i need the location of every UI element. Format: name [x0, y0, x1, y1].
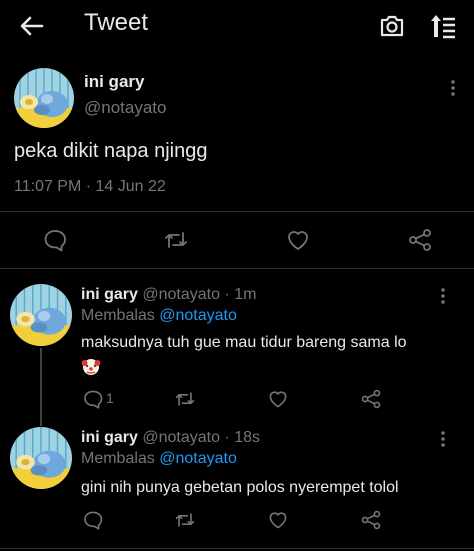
reply-avatar[interactable]: [10, 284, 72, 346]
retweet-icon[interactable]: [163, 227, 189, 253]
avatar[interactable]: [14, 68, 74, 128]
replying-handle-link[interactable]: @notayato: [159, 450, 237, 467]
reply-icon[interactable]: [82, 388, 104, 410]
reply-header: ini gary @notayato · 1m: [81, 286, 256, 304]
reply-icon[interactable]: [82, 509, 104, 531]
replying-label: Membalas: [81, 307, 160, 324]
share-icon[interactable]: [360, 388, 382, 410]
reply-author-name[interactable]: ini gary: [81, 286, 138, 303]
author-handle[interactable]: @notayato: [84, 98, 166, 118]
replying-to: Membalas @notayato: [81, 450, 237, 468]
camera-icon[interactable]: [378, 12, 406, 40]
sort-icon[interactable]: [428, 11, 458, 41]
reply-text: gini nih punya gebetan polos nyerempet t…: [81, 479, 399, 496]
like-icon[interactable]: [267, 509, 289, 531]
reply-text: maksudnya tuh gue mau tidur bareng sama …: [81, 334, 407, 351]
replying-handle-link[interactable]: @notayato: [159, 307, 237, 324]
tweet-timestamp[interactable]: 11:07 PM · 14 Jun 22: [14, 178, 166, 196]
clown-face-icon: [81, 356, 101, 376]
tweet-text: peka dikit napa njingg: [14, 140, 208, 162]
top-bar: Tweet: [0, 0, 474, 52]
page-title: Tweet: [84, 9, 149, 36]
reply-icon[interactable]: [42, 227, 68, 253]
retweet-icon[interactable]: [174, 388, 196, 410]
thread-line: [40, 348, 42, 426]
divider: [0, 268, 474, 269]
divider: [0, 211, 474, 212]
reply-handle-time: @notayato · 1m: [137, 286, 257, 303]
back-arrow-icon[interactable]: [18, 12, 46, 40]
share-icon[interactable]: [407, 227, 433, 253]
reply-count: 1: [106, 390, 114, 406]
more-options-icon[interactable]: [433, 286, 453, 306]
like-icon[interactable]: [267, 388, 289, 410]
author-name[interactable]: ini gary: [84, 72, 144, 92]
replying-label: Membalas: [81, 450, 160, 467]
reply-author-name[interactable]: ini gary: [81, 429, 138, 446]
share-icon[interactable]: [360, 509, 382, 531]
replying-to: Membalas @notayato: [81, 307, 237, 325]
divider: [0, 548, 474, 549]
reply-avatar[interactable]: [10, 427, 72, 489]
retweet-icon[interactable]: [174, 509, 196, 531]
reply-handle-time: @notayato · 18s: [137, 429, 260, 446]
more-options-icon[interactable]: [443, 78, 463, 98]
reply-header: ini gary @notayato · 18s: [81, 429, 260, 447]
more-options-icon[interactable]: [433, 429, 453, 449]
like-icon[interactable]: [285, 227, 311, 253]
